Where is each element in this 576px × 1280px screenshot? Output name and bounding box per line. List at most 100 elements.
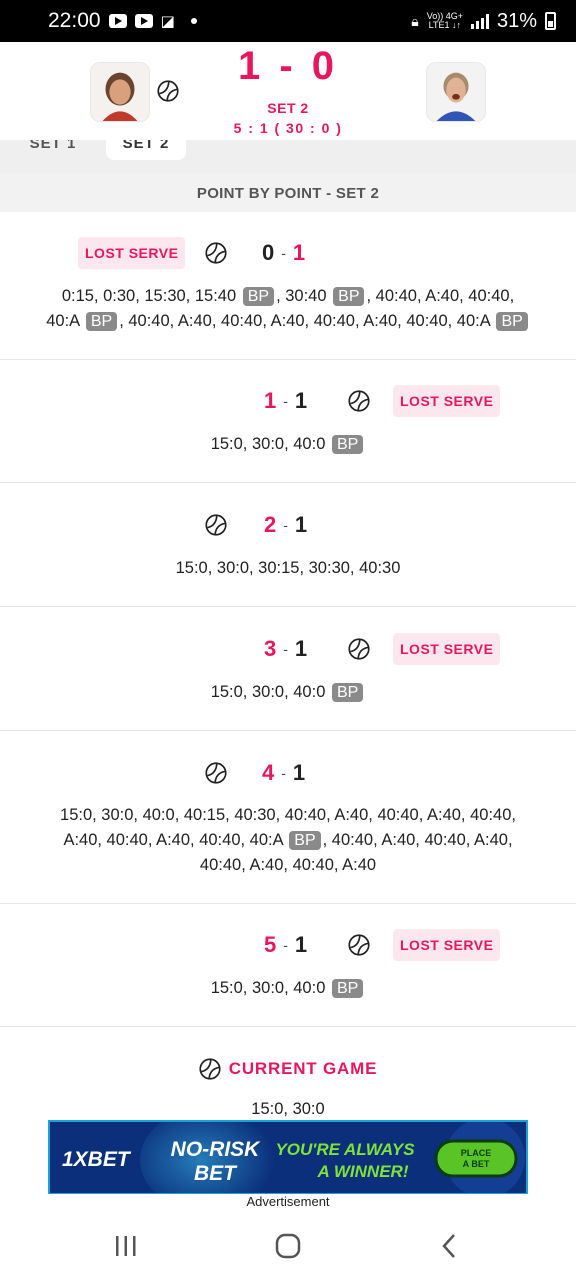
battery-icon <box>545 12 556 30</box>
break-point-badge: BP <box>289 831 321 850</box>
game-row: 3-1 LOST SERVE 15:0, 30:0, 40:0 BP <box>0 607 576 731</box>
points-text: 15:0, 30:0, 40:0, 40:15, 40:30, 40:40, A… <box>60 806 516 824</box>
current-game-score: 5 : 1 ( 30 : 0 ) <box>233 120 343 136</box>
game-score-right: 1 <box>294 388 308 413</box>
point-sequence: 15:0, 30:0, 40:0, 40:15, 40:30, 40:40, A… <box>0 803 576 878</box>
back-icon[interactable] <box>430 1230 470 1262</box>
game-score-left: 2 <box>264 512 277 537</box>
lost-serve-badge: LOST SERVE <box>78 237 186 269</box>
points-text: 40:A <box>46 312 80 330</box>
match-header: 1 - 0 SET 2 5 : 1 ( 30 : 0 ) <box>0 42 576 140</box>
youtube-notification-icon-2 <box>134 14 153 28</box>
points-text: 15:0, 30:0, 40:0 <box>210 979 326 997</box>
point-sequence: 15:0, 30:0, 40:0 BP <box>0 976 576 1001</box>
game-row: 4-1 15:0, 30:0, 40:0, 40:15, 40:30, 40:4… <box>0 731 576 904</box>
youtube-notification-icon <box>108 14 127 28</box>
game-row: 1-1 LOST SERVE 15:0, 30:0, 40:0 BP <box>0 360 576 483</box>
status-indicators: 🔒︎ Vo)) 4G+ LTE1 ↓↑ 31% <box>411 10 556 33</box>
point-sequence: 15:0, 30:0, 40:0 BP <box>0 680 576 705</box>
tennis-ball-icon <box>348 934 370 956</box>
game-score-left: 4 <box>262 760 275 785</box>
tennis-ball-icon <box>205 242 227 264</box>
tennis-ball-icon <box>348 390 370 412</box>
ad-cta-1: PLACE <box>461 1148 492 1158</box>
game-score-right: 1 <box>294 636 308 661</box>
tennis-ball-icon <box>205 514 227 536</box>
point-sequence: 15:0, 30:0, 40:0 BP <box>0 432 576 457</box>
points-text: , 30:40 <box>276 287 327 305</box>
status-bar: 22:00 ◪ 🔒︎ Vo)) 4G+ LTE1 ↓↑ 31% <box>0 0 576 42</box>
tennis-ball-icon <box>205 762 227 784</box>
game-score-left: 5 <box>264 932 277 957</box>
current-game: CURRENT GAME 15:0, 30:0 <box>0 1050 576 1120</box>
break-point-badge: BP <box>331 683 364 702</box>
break-point-badge: BP <box>331 435 364 454</box>
points-text: , 40:40, A:40, 40:40, <box>366 287 515 305</box>
game-score: 2-1 <box>264 512 308 537</box>
network-bottom: LTE1 ↓↑ <box>428 20 461 30</box>
navigation-bar <box>0 1212 576 1280</box>
ad-brand: 1XBET <box>62 1148 132 1171</box>
lock-icon: 🔒︎ <box>411 12 419 29</box>
ad-headline-1: NO-RISK <box>171 1138 262 1161</box>
tennis-ball-icon <box>199 1058 221 1080</box>
lost-serve-badge: LOST SERVE <box>393 929 501 961</box>
game-score: 5-1 <box>264 932 308 957</box>
game-score-right: 1 <box>292 760 306 785</box>
break-point-badge: BP <box>85 312 118 331</box>
section-title: POINT BY POINT - SET 2 <box>0 174 576 212</box>
ad-cta-2: A BET <box>463 1159 490 1169</box>
game-score: 4-1 <box>262 760 306 785</box>
points-text: , 40:40, A:40, 40:40, A:40, <box>322 831 513 849</box>
battery-percent: 31% <box>496 9 537 32</box>
tennis-ball-icon <box>348 638 370 660</box>
break-point-badge: BP <box>496 312 528 331</box>
games-list: LOST SERVE 0-1 0:15, 0:30, 15:30, 15:40 … <box>0 212 576 1027</box>
break-point-badge: BP <box>331 979 364 998</box>
status-time: 22:00 <box>48 9 101 32</box>
ad-headline-2: BET <box>194 1162 238 1185</box>
game-score-right: 1 <box>294 932 308 957</box>
point-sequence: 15:0, 30:0, 30:15, 30:30, 40:30 <box>0 556 576 581</box>
points-text: 0:15, 0:30, 15:30, 15:40 <box>61 287 237 305</box>
lost-serve-badge: LOST SERVE <box>393 633 501 665</box>
advertisement-banner[interactable]: 1XBET NO-RISK BET YOU'RE ALWAYS A WINNER… <box>48 1120 528 1195</box>
game-row: LOST SERVE 0-1 0:15, 0:30, 15:30, 15:40 … <box>0 212 576 360</box>
points-text: 15:0, 30:0, 40:0 <box>210 683 326 701</box>
network-indicator: Vo)) 4G+ LTE1 ↓↑ <box>427 12 463 30</box>
more-notifications-dot <box>190 18 197 24</box>
tab-set-1[interactable]: SET 1 <box>18 140 88 160</box>
tab-set-2[interactable]: SET 2 <box>106 140 186 160</box>
signal-icon <box>470 13 489 29</box>
current-game-title: CURRENT GAME <box>0 1058 576 1080</box>
game-score: 0-1 <box>262 240 306 265</box>
ad-tagline-2: A WINNER! <box>317 1162 409 1181</box>
points-text: , 40:40, A:40, 40:40, A:40, 40:40, A:40,… <box>119 312 490 330</box>
home-icon[interactable] <box>268 1230 308 1262</box>
points-text: 15:0, 30:0, 40:0 <box>210 435 326 453</box>
points-text: 40:40, A:40, 40:40, A:40 <box>199 856 377 874</box>
current-game-label: CURRENT GAME <box>228 1059 378 1078</box>
game-score-left: 3 <box>264 636 277 661</box>
points-text: 15:0, 30:0, 30:15, 30:30, 40:30 <box>175 559 401 577</box>
match-score: 1 - 0 <box>237 44 339 88</box>
current-game-points: 15:0, 30:0 <box>251 1100 325 1118</box>
ad-tagline-1: YOU'RE ALWAYS <box>275 1140 415 1159</box>
game-score-left: 0 <box>262 240 275 265</box>
game-score-right: 1 <box>292 240 306 265</box>
current-set-label: SET 2 <box>267 100 309 116</box>
recent-apps-icon[interactable] <box>106 1230 146 1262</box>
point-sequence: 0:15, 0:30, 15:30, 15:40 BP, 30:40 BP, 4… <box>0 284 576 334</box>
game-row: 5-1 LOST SERVE 15:0, 30:0, 40:0 BP <box>0 904 576 1027</box>
player-2-avatar[interactable] <box>426 62 486 122</box>
game-score: 1-1 <box>264 388 308 413</box>
game-score-left: 1 <box>264 388 277 413</box>
game-row: 2-1 15:0, 30:0, 30:15, 30:30, 40:30 <box>0 483 576 607</box>
set-tabs: SET 1 SET 2 <box>0 140 576 174</box>
game-score-right: 1 <box>294 512 308 537</box>
break-point-badge: BP <box>333 287 365 306</box>
points-text: A:40, 40:40, A:40, 40:40, 40:A <box>63 831 283 849</box>
app-root: 22:00 ◪ 🔒︎ Vo)) 4G+ LTE1 ↓↑ 31% 1 - 0 SE… <box>0 0 576 1280</box>
break-point-badge: BP <box>242 287 275 306</box>
app-notification-icon: ◪ <box>160 13 175 30</box>
